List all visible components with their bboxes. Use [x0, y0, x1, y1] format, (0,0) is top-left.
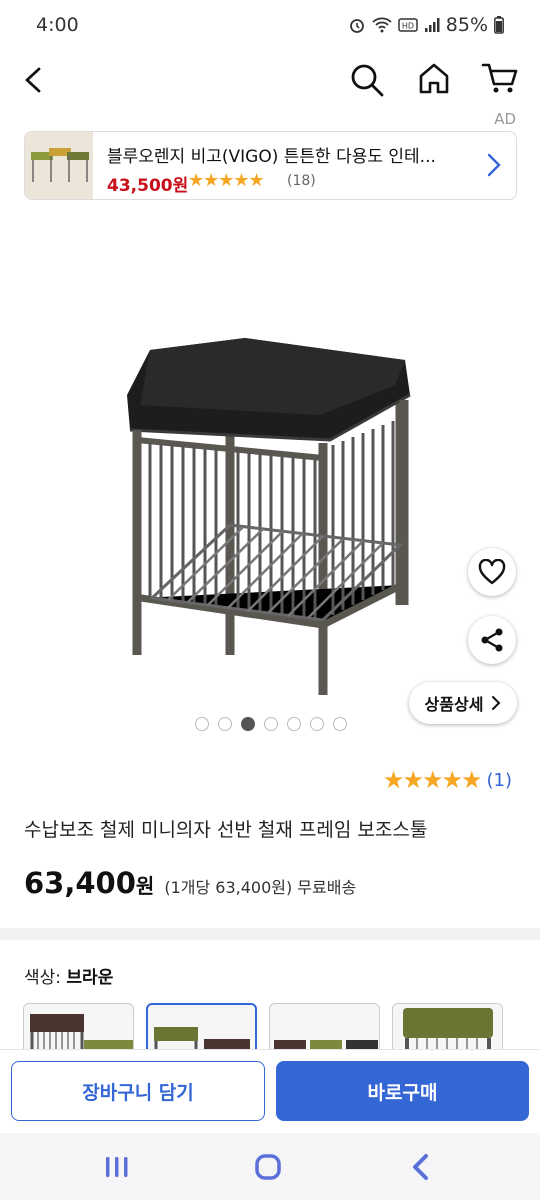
ad-rating-stars: ★★★★★	[188, 170, 265, 191]
app-header	[0, 52, 540, 108]
alarm-icon	[349, 19, 364, 33]
gallery-pagination	[195, 717, 347, 731]
product-detail-label: 상품상세	[424, 695, 484, 714]
share-icon	[481, 628, 503, 652]
rating-stars: ★★★★★	[382, 766, 483, 794]
product-rating[interactable]: ★★★★★ (1)	[383, 766, 512, 794]
battery-percent: 85%	[445, 14, 488, 36]
ad-review-count: (18)	[287, 173, 316, 189]
search-icon[interactable]	[349, 62, 385, 98]
battery-icon	[494, 16, 504, 34]
home-nav-icon[interactable]	[254, 1153, 282, 1181]
pagination-dot[interactable]	[287, 717, 301, 731]
color-option-label: 색상: 브라운	[24, 963, 113, 988]
wishlist-button[interactable]	[468, 548, 516, 596]
price-note: (1개당 63,400원) 무료배송	[164, 878, 357, 897]
hd-icon: HD	[398, 18, 418, 32]
product-title: 수납보조 철제 미니의자 선반 철재 프레임 보조스툴	[24, 819, 428, 841]
system-nav-bar	[0, 1133, 540, 1200]
price-unit: 원	[135, 874, 155, 898]
color-value: 브라운	[66, 968, 114, 988]
share-button[interactable]	[468, 616, 516, 664]
heart-icon	[478, 559, 506, 585]
chevron-right-icon	[487, 153, 501, 177]
product-image[interactable]	[0, 215, 540, 715]
pagination-dot[interactable]	[218, 717, 232, 731]
rating-count: (1)	[486, 769, 513, 791]
ad-price: 43,500원	[107, 176, 189, 196]
pagination-dot[interactable]	[310, 717, 324, 731]
status-bar: 4:00 HD 85%	[0, 0, 540, 52]
section-divider	[0, 928, 540, 940]
product-detail-button[interactable]: 상품상세	[409, 682, 517, 724]
back-icon[interactable]	[22, 66, 44, 94]
ad-thumbnail	[25, 132, 93, 199]
pagination-dot[interactable]	[333, 717, 347, 731]
color-label: 색상:	[24, 968, 67, 988]
price-row: 63,400원 (1개당 63,400원) 무료배송	[24, 866, 356, 900]
ad-title: 블루오렌지 비고(VIGO) 튼튼한 다용도 인테...	[107, 147, 436, 167]
wifi-icon	[372, 17, 392, 33]
product-price: 63,400	[24, 866, 136, 900]
home-icon[interactable]	[416, 60, 452, 96]
signal-icon	[424, 18, 440, 32]
recent-apps-icon[interactable]	[104, 1155, 130, 1179]
chevron-right-icon	[492, 696, 501, 710]
pagination-dot[interactable]	[264, 717, 278, 731]
bottom-action-bar: 장바구니 담기 바로구매	[0, 1049, 540, 1133]
status-time: 4:00	[36, 14, 79, 36]
svg-text:HD: HD	[402, 22, 414, 31]
pagination-dot-active[interactable]	[241, 717, 255, 731]
add-to-cart-button[interactable]: 장바구니 담기	[11, 1061, 265, 1121]
status-icons: HD 85%	[348, 14, 504, 36]
pagination-dot[interactable]	[195, 717, 209, 731]
ad-banner[interactable]: 블루오렌지 비고(VIGO) 튼튼한 다용도 인테... 43,500원 ★★★…	[24, 131, 517, 200]
cart-icon[interactable]	[481, 60, 519, 96]
back-nav-icon[interactable]	[410, 1153, 430, 1181]
ad-label: AD	[494, 110, 516, 128]
buy-now-button[interactable]: 바로구매	[276, 1061, 529, 1121]
